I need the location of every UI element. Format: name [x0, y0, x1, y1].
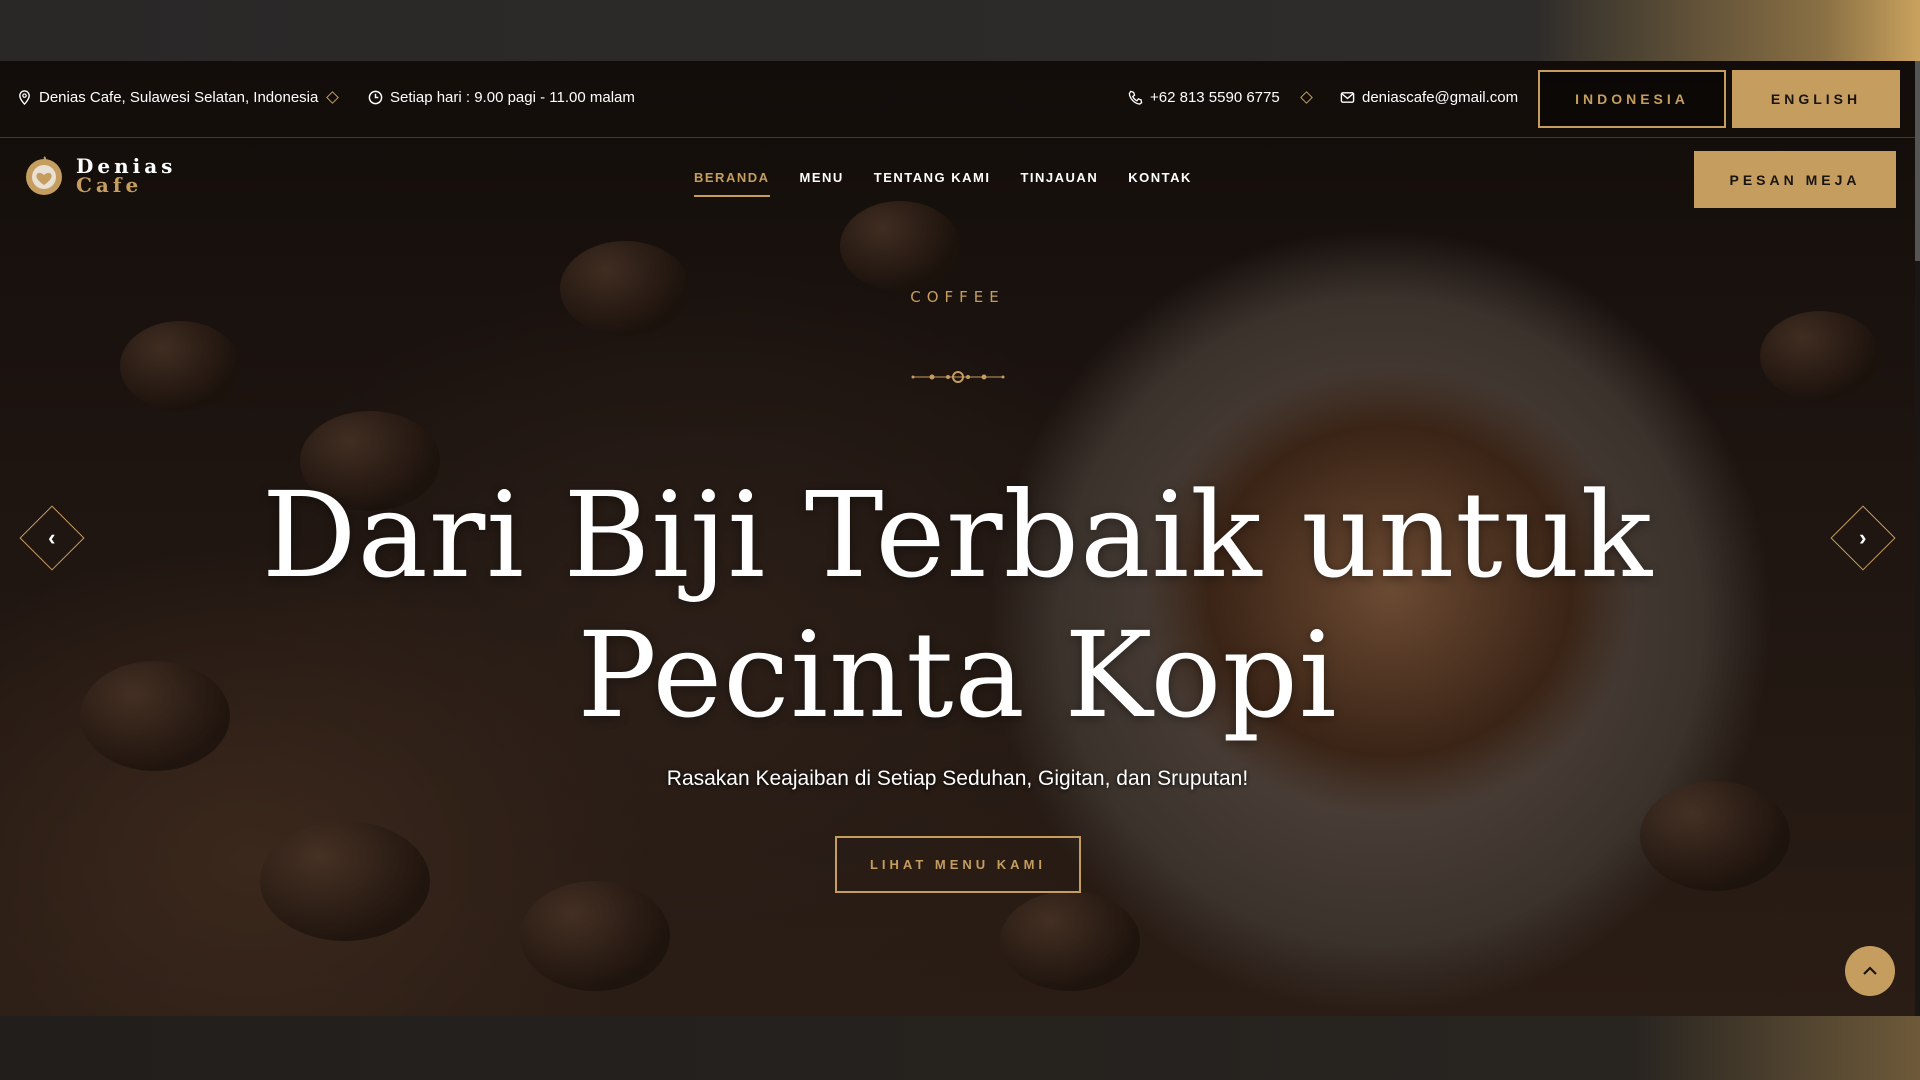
book-table-button[interactable]: PESAN MEJA — [1694, 151, 1896, 208]
nav-item-menu[interactable]: MENU — [800, 170, 844, 197]
info-bar: Denias Cafe, Sulawesi Selatan, Indonesia… — [0, 61, 1915, 138]
mail-icon — [1340, 92, 1355, 103]
bean-decoration — [520, 881, 670, 991]
language-indonesia-button[interactable]: INDONESIA — [1538, 70, 1726, 128]
logo[interactable]: Denias Cafe — [24, 155, 176, 197]
bean-decoration — [1640, 781, 1790, 891]
hero-title-line2: Pecinta Kopi — [577, 606, 1338, 744]
bottom-band — [0, 1016, 1920, 1080]
email-info[interactable]: deniascafe@gmail.com — [1340, 89, 1518, 106]
phone-icon — [1128, 90, 1143, 105]
chevron-left-icon: ‹ — [48, 524, 56, 550]
address-text: Denias Cafe, Sulawesi Selatan, Indonesia — [39, 89, 319, 106]
scrollbar-thumb[interactable] — [1915, 61, 1920, 261]
scrollbar[interactable] — [1915, 61, 1920, 1016]
phone-info[interactable]: +62 813 5590 6775 — [1128, 89, 1280, 106]
separator-diamond-icon — [326, 91, 339, 104]
view-menu-button[interactable]: LIHAT MENU KAMI — [835, 836, 1081, 893]
nav-item-tinjauan[interactable]: TINJAUAN — [1020, 170, 1098, 197]
hero-title: Dari Biji Terbaik untuk Pecinta Kopi — [0, 465, 1915, 745]
hours-text: Setiap hari : 9.00 pagi - 11.00 malam — [390, 89, 635, 106]
ornament-divider-icon — [911, 371, 1005, 383]
browser-top-band — [0, 0, 1920, 61]
hero-eyebrow: COFFEE — [910, 288, 1005, 306]
bean-decoration — [120, 321, 240, 411]
bean-decoration — [1760, 311, 1880, 401]
address-info: Denias Cafe, Sulawesi Selatan, Indonesia — [17, 89, 318, 106]
scroll-to-top-button[interactable] — [1845, 946, 1895, 996]
nav-item-beranda[interactable]: BERANDA — [694, 170, 770, 197]
clock-icon — [368, 90, 383, 105]
bean-decoration — [1000, 891, 1140, 991]
chevron-right-icon: › — [1859, 524, 1867, 550]
separator-diamond-icon — [1300, 91, 1313, 104]
chevron-up-icon — [1863, 966, 1877, 975]
main-nav: BERANDA MENU TENTANG KAMI TINJAUAN KONTA… — [694, 170, 1192, 197]
nav-item-kontak[interactable]: KONTAK — [1128, 170, 1192, 197]
email-text[interactable]: deniascafe@gmail.com — [1362, 89, 1518, 106]
nav-item-tentang-kami[interactable]: TENTANG KAMI — [874, 170, 991, 197]
hours-info: Setiap hari : 9.00 pagi - 11.00 malam — [368, 89, 635, 106]
hero-subtitle: Rasakan Keajaiban di Setiap Seduhan, Gig… — [666, 767, 1249, 790]
hero-title-line1: Dari Biji Terbaik untuk — [261, 466, 1654, 604]
bean-decoration — [260, 821, 430, 941]
logo-text-line2: Cafe — [76, 173, 143, 197]
bean-decoration — [840, 201, 960, 291]
map-pin-icon — [19, 90, 30, 105]
language-english-button[interactable]: ENGLISH — [1732, 70, 1900, 128]
phone-text[interactable]: +62 813 5590 6775 — [1150, 89, 1280, 106]
coffee-cup-logo-icon — [26, 156, 62, 195]
